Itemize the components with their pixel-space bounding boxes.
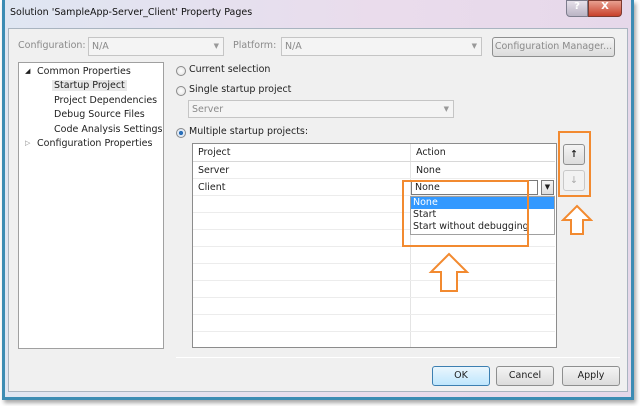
platform-combo: N/A ▼ (281, 37, 482, 56)
project-name: Server (198, 165, 230, 176)
empty-row (193, 298, 555, 315)
apply-button[interactable]: Apply (562, 366, 620, 386)
empty-row (193, 315, 555, 332)
chevron-down-icon: ▼ (213, 42, 219, 50)
single-startup-combo: Server ▼ (188, 100, 454, 118)
annotation-box-dropdown (402, 180, 529, 247)
project-name: Client (198, 182, 226, 193)
empty-row (193, 332, 555, 347)
single-startup-label: Single startup project (189, 84, 292, 95)
chevron-down-icon[interactable]: ▼ (541, 180, 554, 195)
tree-item-debug-source-files[interactable]: Debug Source Files (54, 109, 145, 120)
current-selection-radio[interactable] (176, 66, 186, 76)
annotation-arrow-up-icon (428, 252, 470, 292)
tree-item-project-dependencies[interactable]: Project Dependencies (54, 95, 157, 106)
tree-item-code-analysis-settings[interactable]: Code Analysis Settings (54, 124, 162, 135)
action-value[interactable]: None (416, 165, 441, 176)
chevron-down-icon: ▼ (471, 42, 477, 50)
current-selection-label: Current selection (189, 64, 271, 75)
empty-row (193, 264, 555, 281)
tree-item-startup-project[interactable]: Startup Project (52, 80, 127, 91)
separator (176, 357, 620, 358)
empty-row (193, 247, 555, 264)
configuration-value: N/A (92, 41, 109, 52)
ok-button[interactable]: OK (432, 366, 490, 386)
single-startup-value: Server (192, 104, 224, 115)
expanded-triangle-icon[interactable]: ◢ (25, 67, 30, 75)
single-startup-radio[interactable] (176, 86, 186, 96)
header-action[interactable]: Action (416, 147, 446, 158)
tree-item-configuration-properties[interactable]: Configuration Properties (37, 138, 152, 149)
tree-item-common-properties[interactable]: Common Properties (37, 66, 131, 77)
multiple-startup-label: Multiple startup projects: (189, 126, 309, 137)
cancel-button[interactable]: Cancel (496, 366, 554, 386)
configuration-manager-button: Configuration Manager... (492, 37, 615, 57)
multiple-startup-radio[interactable] (176, 128, 186, 138)
empty-row (193, 281, 555, 298)
platform-value: N/A (285, 41, 302, 52)
annotation-box-buttons (558, 131, 591, 197)
property-tree: ◢ Common Properties Startup Project Proj… (18, 62, 164, 349)
collapsed-triangle-icon[interactable]: ▷ (25, 139, 30, 147)
window-title: Solution 'SampleApp-Server_Client' Prope… (10, 7, 253, 18)
configuration-label: Configuration: (18, 40, 86, 51)
chevron-down-icon: ▼ (443, 105, 449, 113)
configuration-combo: N/A ▼ (88, 37, 224, 56)
annotation-arrow-up-icon (561, 204, 593, 235)
close-button[interactable]: X (588, 0, 622, 17)
platform-label: Platform: (233, 40, 277, 51)
table-row[interactable]: Server None (193, 162, 555, 179)
help-button[interactable]: ? (566, 0, 588, 17)
grid-header: Project Action (193, 144, 555, 162)
header-project[interactable]: Project (198, 147, 231, 158)
